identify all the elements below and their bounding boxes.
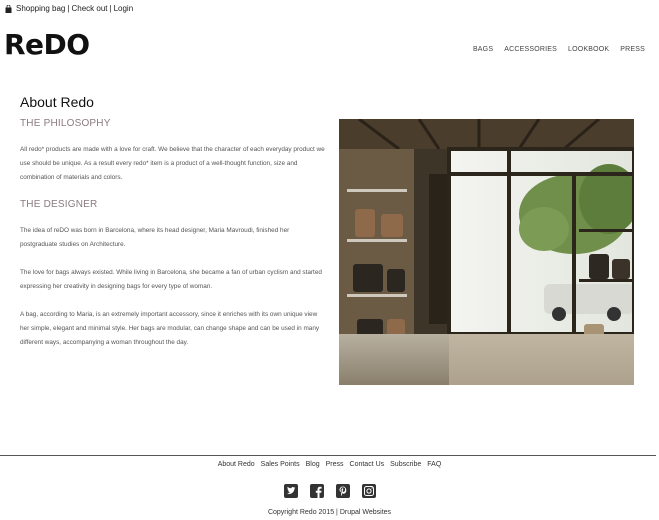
shopping-bag-link[interactable]: Shopping bag: [16, 4, 65, 13]
footer-link-about[interactable]: About Redo: [218, 461, 255, 468]
about-content: About Redo THE PHILOSOPHY All redo* prod…: [20, 94, 325, 364]
footer-divider: [0, 455, 656, 456]
separator: |: [67, 4, 70, 13]
separator: |: [109, 4, 112, 13]
footer-link-press[interactable]: Press: [326, 461, 344, 468]
footer-link-sales-points[interactable]: Sales Points: [261, 461, 300, 468]
nav-accessories[interactable]: ACCESSORIES: [504, 46, 557, 53]
footer-link-faq[interactable]: FAQ: [427, 461, 441, 468]
login-link[interactable]: Login: [114, 4, 134, 13]
checkout-link[interactable]: Check out: [71, 4, 107, 13]
main-navigation: BAGS ACCESSORIES LOOKBOOK PRESS: [473, 46, 645, 53]
footer-link-subscribe[interactable]: Subscribe: [390, 461, 421, 468]
utility-bar: Shopping bag | Check out | Login: [5, 4, 133, 13]
philosophy-heading: THE PHILOSOPHY: [20, 118, 111, 129]
shopping-bag-icon: [5, 4, 12, 13]
pinterest-icon[interactable]: [335, 484, 350, 498]
nav-press[interactable]: PRESS: [620, 46, 645, 53]
footer-navigation: About Redo Sales Points Blog Press Conta…: [0, 461, 659, 468]
designer-paragraph-2: The love for bags always existed. While …: [20, 269, 322, 290]
designer-paragraph-3: A bag, according to Maria, is an extreme…: [20, 311, 320, 346]
store-interior-photo: [339, 119, 634, 385]
designer-heading: THE DESIGNER: [20, 199, 98, 210]
footer-link-blog[interactable]: Blog: [306, 461, 320, 468]
nav-lookbook[interactable]: LOOKBOOK: [568, 46, 609, 53]
instagram-icon[interactable]: [361, 484, 376, 498]
footer-link-contact[interactable]: Contact Us: [350, 461, 385, 468]
philosophy-text: All redo* products are made with a love …: [20, 146, 325, 181]
designer-paragraph-1: The idea of reDO was born in Barcelona, …: [20, 227, 290, 248]
nav-bags[interactable]: BAGS: [473, 46, 493, 53]
twitter-icon[interactable]: [283, 484, 298, 498]
site-logo[interactable]: ReDO: [4, 31, 90, 59]
copyright-text: Copyright Redo 2015 | Drupal Websites: [267, 509, 392, 516]
facebook-icon[interactable]: [309, 484, 324, 498]
social-links: [0, 484, 659, 498]
page-title: About Redo: [20, 94, 94, 110]
